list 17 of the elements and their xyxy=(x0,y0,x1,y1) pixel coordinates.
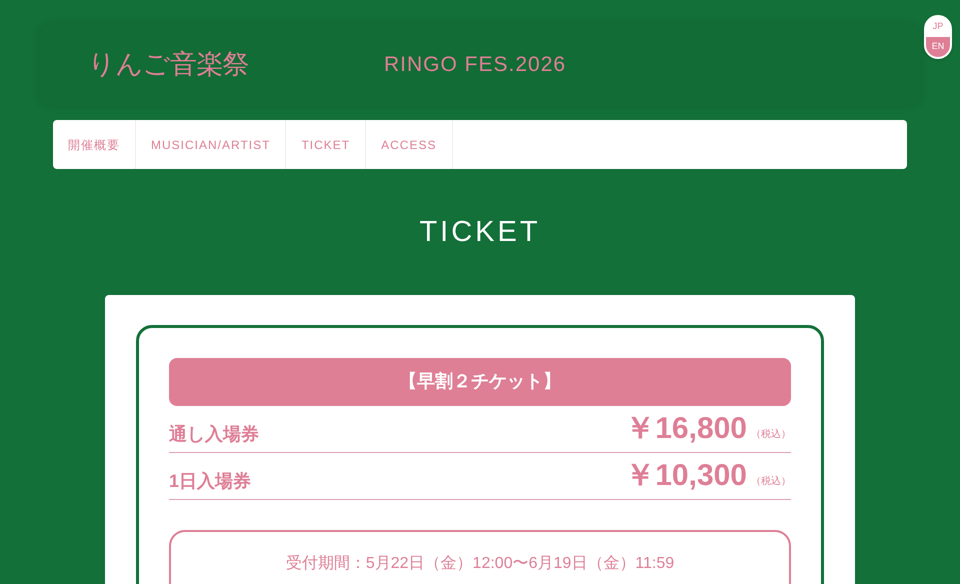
festival-title: RINGO FES.2026 xyxy=(384,52,566,78)
ticket-price: ￥16,800 xyxy=(625,414,747,444)
nav-link[interactable]: MUSICIAN/ARTIST xyxy=(136,120,286,169)
nav-link[interactable]: ACCESS xyxy=(366,120,452,169)
festival-logo[interactable]: りんご音楽祭 xyxy=(88,44,288,86)
nav-link[interactable]: TICKET xyxy=(286,120,366,169)
nav-link[interactable]: 開催概要 xyxy=(53,120,136,169)
page-title: TICKET xyxy=(418,215,542,250)
ticket-price: ￥10,300 xyxy=(625,460,747,490)
ticket-heading: 【早割２チケット】 xyxy=(169,358,791,406)
language-toggle[interactable]: JP xyxy=(926,17,950,37)
ticket-name: 1日入場券 xyxy=(169,470,252,492)
ticket-name: 通し入場券 xyxy=(169,422,260,446)
language-toggle[interactable]: EN xyxy=(926,37,950,57)
tax-note: （税込） xyxy=(751,428,791,442)
tax-note: （税込） xyxy=(751,474,791,488)
period-text: 受付期間：5月22日（金）12:00〜6月19日（金）11:59 xyxy=(286,554,674,574)
